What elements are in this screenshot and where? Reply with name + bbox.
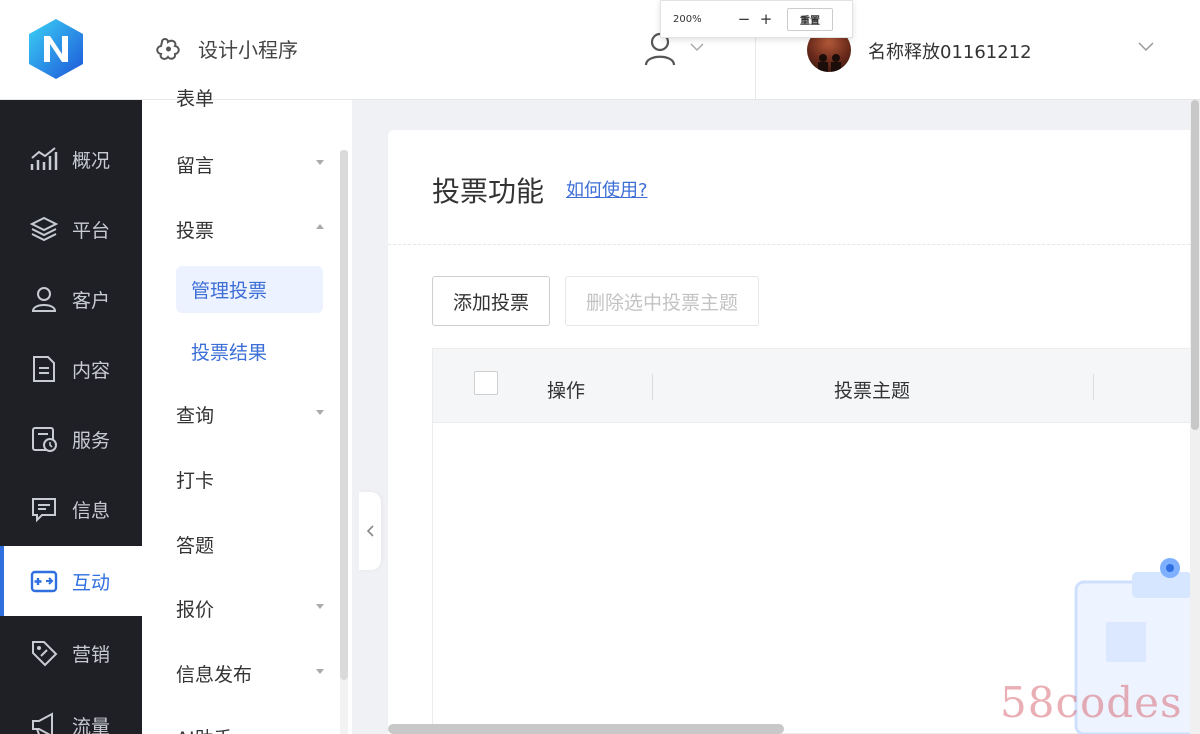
nav-item-label: 互动 [72,571,111,594]
nav-item-label: 平台 [72,219,111,242]
zoom-level: 200% [673,13,702,25]
layers-icon [30,216,58,242]
user-icon [31,287,57,312]
select-all-checkbox[interactable] [474,371,498,395]
submenu-item-comments[interactable]: 留言 [176,151,214,178]
nav-item-interaction[interactable]: 互动 [0,546,142,616]
tag-icon [32,641,58,667]
submenu-item-quote[interactable]: 报价 [176,595,214,622]
submenu-item-quiz[interactable]: 答题 [176,531,214,558]
megaphone-icon [32,712,53,734]
submenu-item-query[interactable]: 查询 [176,401,214,428]
sub-menu [142,100,352,734]
caret-down-icon [316,410,324,415]
chevron-down-icon[interactable] [690,43,704,52]
column-header-actions: 操作 [547,380,586,402]
app-name[interactable]: 设计小程序 [154,34,298,63]
page-title: 投票功能 [432,175,545,208]
zoom-out-button[interactable]: − [733,10,755,28]
nav-item-overview[interactable]: 概况 [0,124,142,194]
submenu-child-label: 投票结果 [191,342,268,364]
nav-item-label: 流量 [72,715,111,734]
submenu-item-manage-vote[interactable]: 管理投票 [176,266,323,313]
submenu-child-label: 管理投票 [191,280,268,302]
column-separator [1093,374,1094,400]
caret-down-icon [316,669,324,674]
nav-item-marketing[interactable]: 营销 [0,618,142,688]
horizontal-scrollbar[interactable] [388,724,784,734]
mini-program-icon [156,37,180,60]
delete-selected-button[interactable]: 删除选中投票主题 [565,276,759,326]
message-icon [32,498,56,523]
caret-up-icon [316,224,324,229]
watermark: 58codes [1000,678,1183,727]
zoom-in-button[interactable]: + [755,10,777,28]
service-icon [32,427,57,452]
column-header-topic: 投票主题 [834,380,911,402]
add-vote-button[interactable]: 添加投票 [432,276,550,326]
nav-item-platform[interactable]: 平台 [0,194,142,264]
username[interactable]: 名称释放01161212 [868,38,1032,64]
nav-item-label: 内容 [72,359,111,382]
collapse-sidebar-button[interactable] [359,492,381,570]
nav-item-label: 营销 [72,643,111,666]
submenu-item-checkin[interactable]: 打卡 [176,466,214,493]
column-separator [652,374,653,400]
nav-item-content[interactable]: 内容 [0,334,142,404]
help-link[interactable]: 如何使用? [566,176,648,202]
app-logo-icon[interactable] [27,18,85,80]
nav-item-label: 服务 [72,429,111,452]
main-nav: 概况 平台 客户 内容 服务 信息 互动 营销 流量 [0,100,142,734]
chart-trend-icon [30,147,58,170]
submenu-item-form[interactable]: 表单 [176,84,214,111]
submenu-item-info-publish[interactable]: 信息发布 [176,660,252,687]
zoom-reset-button[interactable]: 重置 [787,7,833,31]
submenu-item-ai-assistant[interactable]: AI助手 [176,724,233,734]
caret-down-icon [316,604,324,609]
submenu-scrollbar[interactable] [340,150,348,680]
caret-down-icon [316,160,324,165]
card-divider [388,244,1200,245]
nav-item-label: 客户 [72,289,111,312]
gamepad-icon [30,570,58,593]
nav-item-service[interactable]: 服务 [0,404,142,474]
chevron-down-icon[interactable] [1138,42,1154,52]
document-icon [33,356,55,382]
nav-item-label: 信息 [72,499,111,522]
submenu-item-vote[interactable]: 投票 [176,216,214,243]
zoom-popover: 200% − + 重置 [660,0,853,38]
app-name-label: 设计小程序 [198,38,298,62]
nav-item-traffic[interactable]: 流量 [0,690,142,734]
nav-item-customer[interactable]: 客户 [0,264,142,334]
table-header: 操作 投票主题 [433,349,1200,423]
nav-item-message[interactable]: 信息 [0,474,142,544]
chevron-left-icon [366,525,374,537]
submenu-item-vote-results[interactable]: 投票结果 [176,328,323,375]
page-scrollbar[interactable] [1191,100,1199,430]
nav-item-label: 概况 [72,149,111,172]
